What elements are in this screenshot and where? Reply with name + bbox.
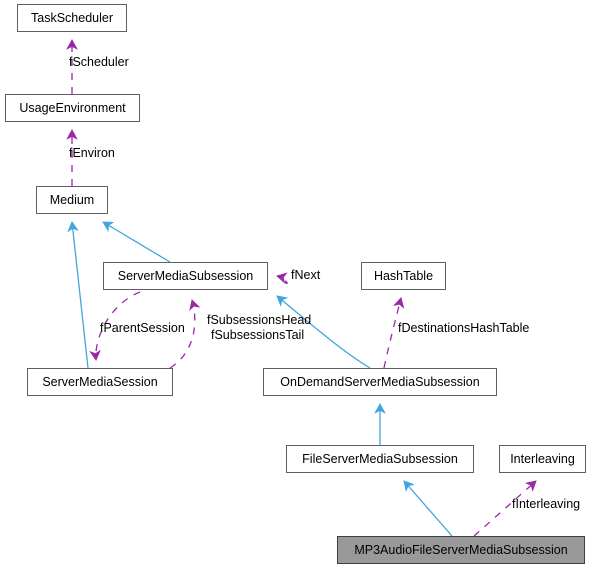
class-node-label: Interleaving	[510, 451, 575, 466]
class-node-label: OnDemandServerMediaSubsession	[280, 374, 480, 389]
edge-inherit-servermediasubsession-medium	[102, 221, 171, 263]
edge-label-f-destinations-hash-table: fDestinationsHashTable	[398, 321, 530, 335]
class-node-usage-environment[interactable]: UsageEnvironment	[5, 94, 140, 122]
class-node-mp3-audio-file-server-media-subsession[interactable]: MP3AudioFileServerMediaSubsession	[337, 536, 585, 564]
edge-label-f-next: fNext	[291, 268, 321, 282]
class-node-file-server-media-subsession[interactable]: FileServerMediaSubsession	[286, 445, 474, 473]
class-node-interleaving[interactable]: Interleaving	[499, 445, 586, 473]
edge-label-f-parent-session: fParentSession	[100, 321, 185, 335]
class-node-label: MP3AudioFileServerMediaSubsession	[354, 542, 568, 557]
diagram-edges	[66, 39, 537, 537]
edge-label-f-environ: fEnviron	[69, 146, 115, 160]
edge-inherit-mp3-file	[403, 480, 453, 537]
class-node-server-media-session[interactable]: ServerMediaSession	[27, 368, 173, 396]
class-node-label: FileServerMediaSubsession	[302, 451, 458, 466]
class-node-server-media-subsession[interactable]: ServerMediaSubsession	[103, 262, 268, 290]
edge-f-next	[276, 272, 288, 285]
edge-label-f-scheduler: fScheduler	[69, 55, 129, 69]
edge-label-f-subsessions-tail: fSubsessionsTail	[211, 328, 305, 342]
class-node-hash-table[interactable]: HashTable	[361, 262, 446, 290]
class-node-label: Medium	[49, 192, 95, 207]
class-node-ondemand-server-media-subsession[interactable]: OnDemandServerMediaSubsession	[263, 368, 497, 396]
edge-label-f-interleaving: fInterleaving	[512, 497, 581, 511]
class-diagram: TaskScheduler UsageEnvironment Medium Serve…	[0, 0, 593, 568]
class-node-task-scheduler[interactable]: TaskScheduler	[17, 4, 127, 32]
edge-inherit-servermediasession-medium	[67, 221, 89, 369]
class-node-label: ServerMediaSession	[42, 374, 158, 389]
class-node-label: ServerMediaSubsession	[117, 268, 254, 283]
class-node-label: TaskScheduler	[31, 10, 113, 25]
class-node-label: HashTable	[373, 268, 434, 283]
class-node-medium[interactable]: Medium	[36, 186, 108, 214]
class-node-label: UsageEnvironment	[19, 100, 126, 115]
edge-label-f-subsessions-head: fSubsessionsHead	[207, 313, 312, 327]
